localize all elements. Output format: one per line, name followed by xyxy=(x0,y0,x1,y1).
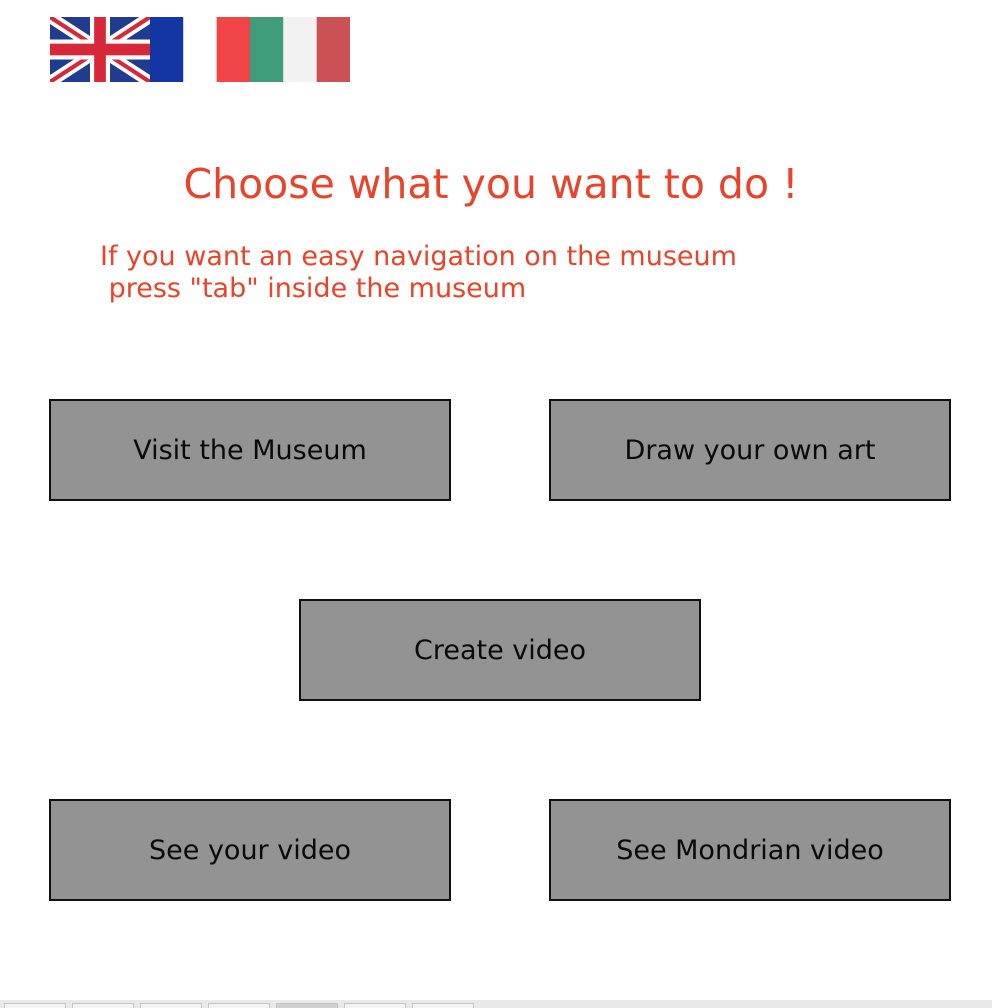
france-flag-icon[interactable] xyxy=(150,17,250,82)
visit-museum-label: Visit the Museum xyxy=(133,434,367,466)
navigation-hint: If you want an easy navigation on the mu… xyxy=(100,241,737,304)
draw-art-button[interactable]: Draw your own art xyxy=(549,399,951,501)
taskbar xyxy=(0,1000,992,1008)
taskbar-button[interactable] xyxy=(412,1003,474,1008)
see-mondrian-video-label: See Mondrian video xyxy=(616,834,884,866)
see-your-video-label: See your video xyxy=(149,834,351,866)
visit-museum-button[interactable]: Visit the Museum xyxy=(49,399,451,501)
uk-flag-icon[interactable] xyxy=(50,17,150,82)
page-title: Choose what you want to do ! xyxy=(183,160,799,208)
taskbar-button[interactable] xyxy=(208,1003,270,1008)
taskbar-button[interactable] xyxy=(4,1003,66,1008)
taskbar-button[interactable] xyxy=(72,1003,134,1008)
taskbar-button[interactable] xyxy=(344,1003,406,1008)
language-selector xyxy=(50,17,350,82)
main-menu-page: Choose what you want to do ! If you want… xyxy=(0,0,992,1008)
see-your-video-button[interactable]: See your video xyxy=(49,799,451,901)
create-video-button[interactable]: Create video xyxy=(299,599,701,701)
italy-flag-icon[interactable] xyxy=(250,17,350,82)
taskbar-button[interactable] xyxy=(276,1003,338,1008)
see-mondrian-video-button[interactable]: See Mondrian video xyxy=(549,799,951,901)
taskbar-button[interactable] xyxy=(140,1003,202,1008)
draw-art-label: Draw your own art xyxy=(624,434,876,466)
create-video-label: Create video xyxy=(413,634,587,666)
